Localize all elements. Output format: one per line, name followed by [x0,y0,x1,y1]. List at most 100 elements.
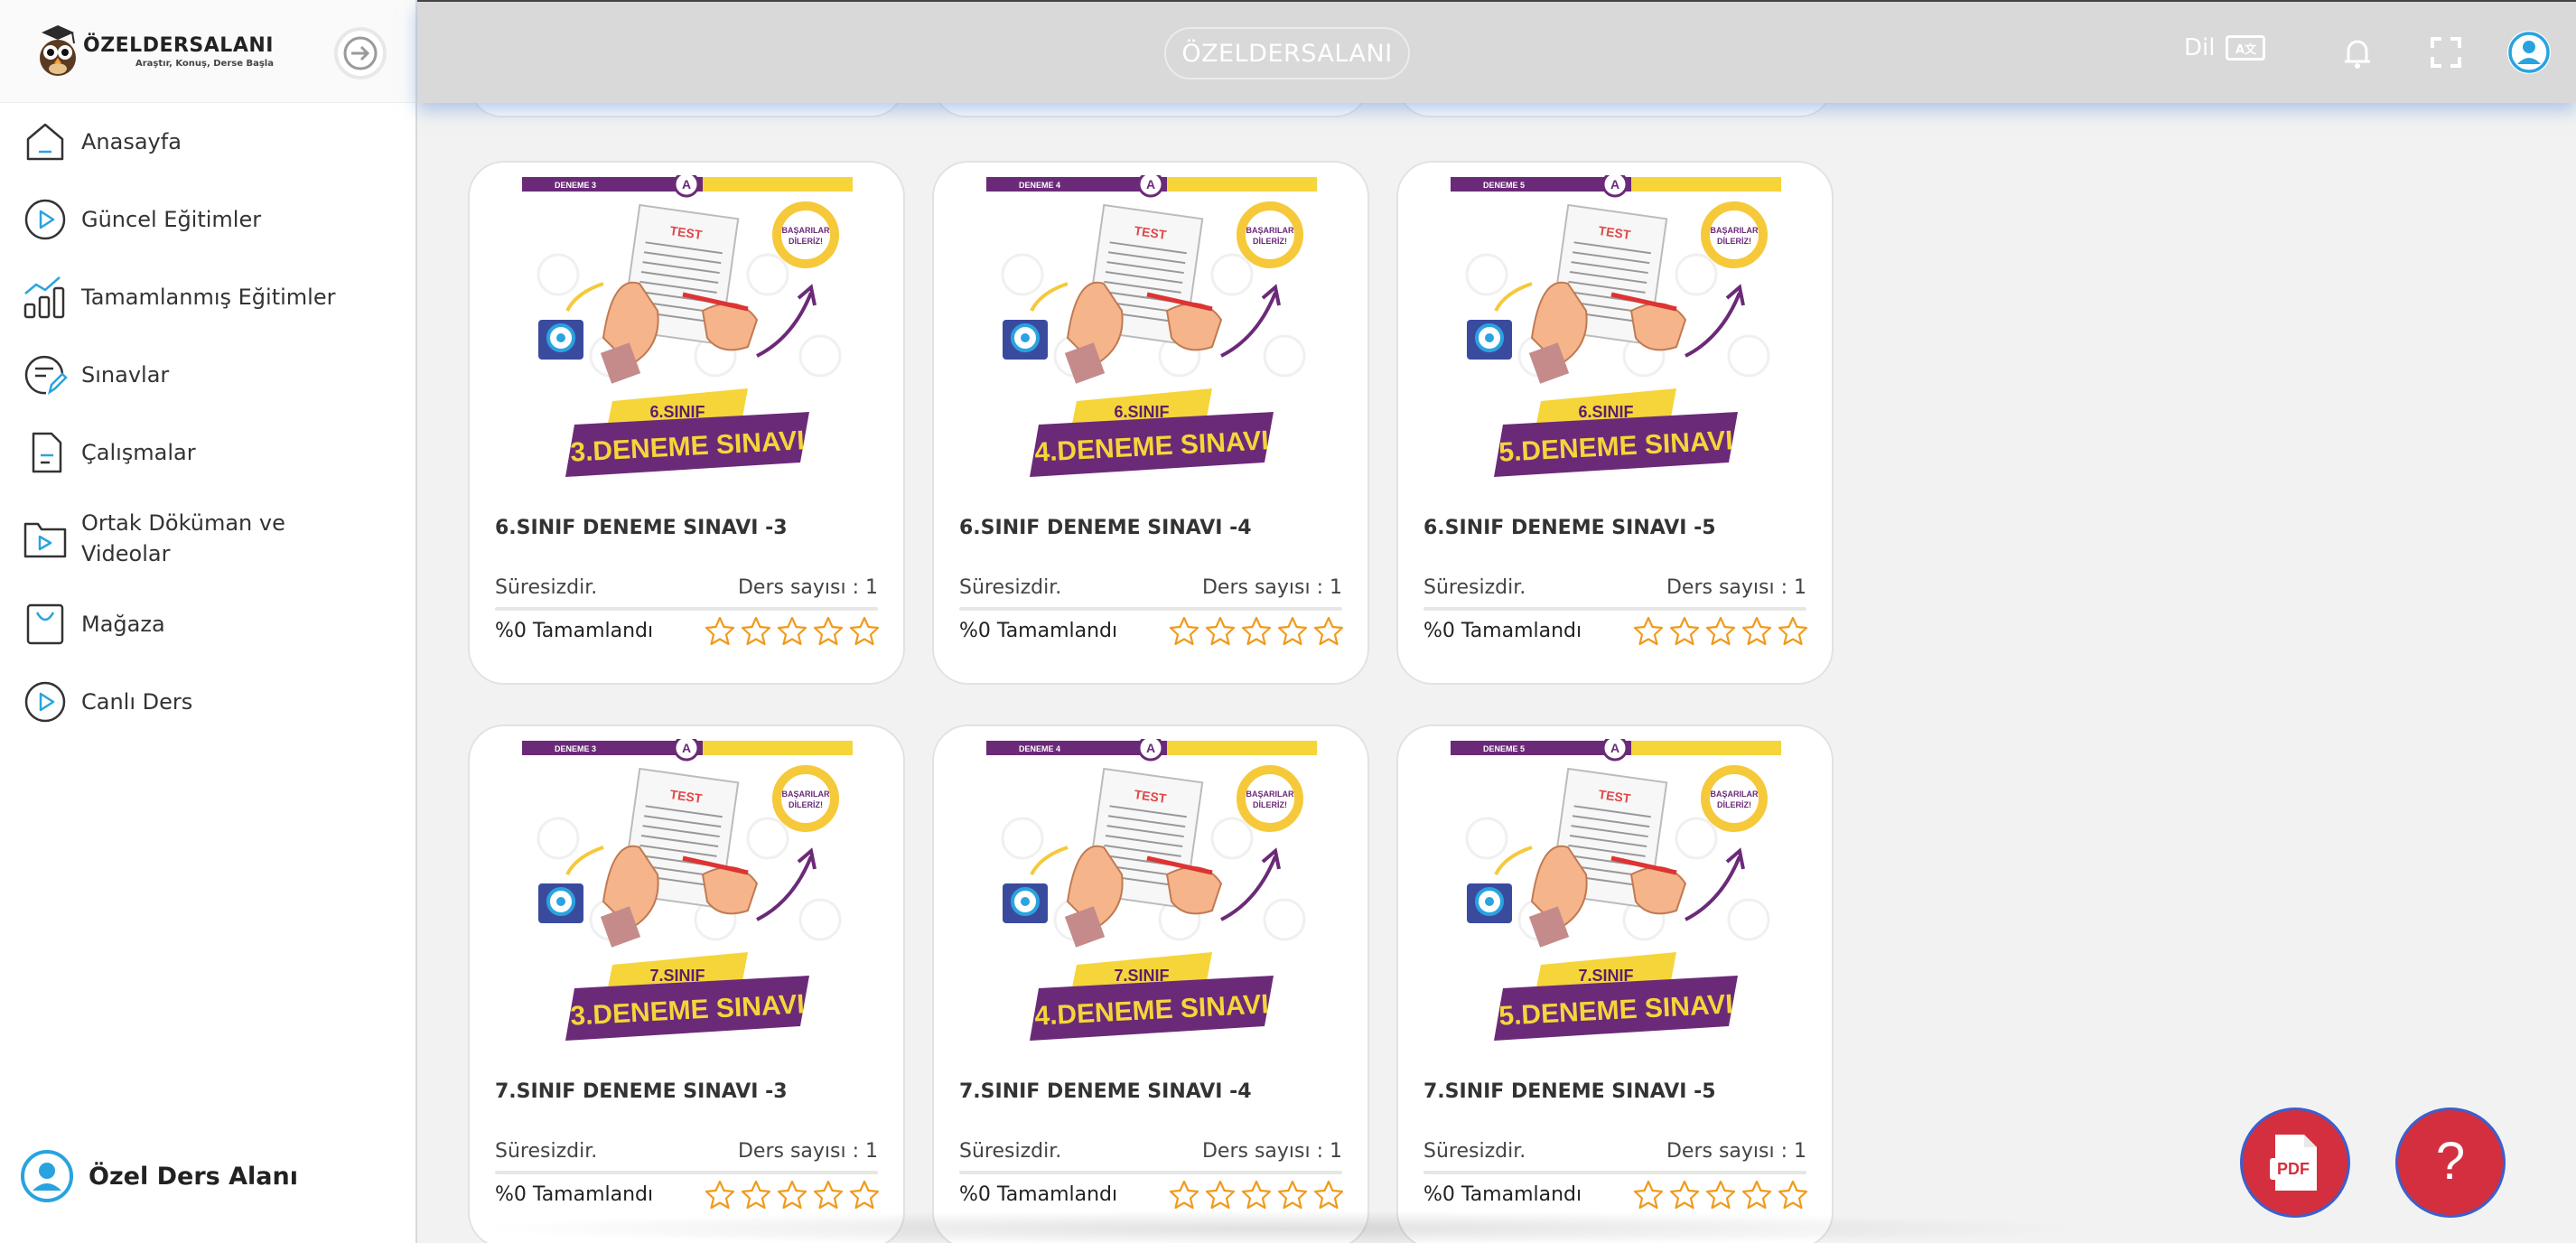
sidebar-item-label: Ortak Döküman ve Videolar [81,510,285,566]
star-icon[interactable] [1169,1180,1199,1210]
card-lesson-count: Ders sayısı : 1 [1666,576,1806,599]
card-title: 7.SINIF DENEME SINAVI -3 [495,1080,788,1103]
star-rating [1169,616,1344,647]
exam-thumbnail: DENEME 4 ATEST BAŞARILARDİLERİZ!6.SINIF4.D… [986,175,1317,499]
sidebar-item-exams[interactable]: Sınavlar [0,336,417,414]
star-icon[interactable] [1241,1180,1272,1210]
star-icon[interactable] [741,616,771,647]
exam-card-grid: DENEME 3 A TEST BAŞARILAR DİLERİZ! 6.SINIF 3.D… [419,103,2576,1243]
card-progress: %0 Tamamlandı [495,1183,654,1206]
sidebar-item-store[interactable]: Mağaza [0,585,417,663]
star-icon[interactable] [849,1180,880,1210]
star-icon[interactable] [1778,616,1808,647]
previous-card-peek[interactable] [932,103,1369,117]
star-icon[interactable] [1313,616,1344,647]
thumb-booklet-badge: A [682,177,691,192]
card-duration: Süresizdir. [1423,1140,1526,1163]
star-icon[interactable] [1633,1180,1664,1210]
star-rating [1633,616,1808,647]
star-icon[interactable] [1205,1180,1236,1210]
star-icon[interactable] [705,616,735,647]
sidebar-item-current-trainings[interactable]: Güncel Eğitimler [0,181,417,258]
star-icon[interactable] [1241,616,1272,647]
sidebar-item-label: Çalışmalar [81,440,196,465]
star-icon[interactable] [1741,616,1772,647]
notification-button[interactable] [2334,29,2381,76]
card-duration: Süresizdir. [495,1140,598,1163]
star-icon[interactable] [1313,1180,1344,1210]
card-divider [959,1171,1342,1174]
card-lesson-count: Ders sayısı : 1 [737,576,878,599]
sidebar-item-completed-trainings[interactable]: Tamamlanmış Eğitimler [0,258,417,336]
folder-video-icon [22,515,69,562]
thumb-booklet-badge: A [1610,177,1619,192]
sidebar-item-label: Mağaza [81,612,165,637]
exam-card[interactable]: DENEME 3 A TEST BAŞARILAR DİLERİZ! 7.SINIF 3.D… [468,724,905,1243]
thumb-tag: DENEME 3 [555,181,596,190]
shopping-bag-icon [22,601,69,648]
star-icon[interactable] [777,1180,807,1210]
card-progress: %0 Tamamlandı [495,620,654,642]
owl-logo-icon [40,25,76,76]
star-icon[interactable] [741,1180,771,1210]
star-icon[interactable] [813,616,844,647]
live-play-icon [22,678,69,725]
pdf-label: PDF [2277,1160,2310,1178]
language-selector[interactable]: Dil A文 [2184,34,2266,61]
previous-card-peek[interactable] [468,103,905,117]
sidebar-item-shared-docs-videos[interactable]: Ortak Döküman ve Videolar [0,491,417,585]
star-icon[interactable] [1277,1180,1308,1210]
bell-icon [2345,40,2370,69]
card-title: 7.SINIF DENEME SINAVI -4 [959,1080,1252,1103]
exam-thumbnail: DENEME 5 ATEST BAŞARILARDİLERİZ!6.SINIF5.D… [1451,175,1781,499]
thumb-wish-line: BAŞARILAR [1711,790,1759,799]
brand-name: ÖZELDERSALANI [83,34,274,57]
star-icon[interactable] [1277,616,1308,647]
sidebar-item-home[interactable]: Anasayfa [0,103,417,181]
sidebar-item-studies[interactable]: Çalışmalar [0,414,417,491]
user-avatar-icon [2507,31,2551,74]
star-icon[interactable] [705,1180,735,1210]
sidebar-item-label: Canlı Ders [81,689,193,715]
thumb-tag: DENEME 3 [555,744,596,753]
thumb-wish-line: BAŞARILAR [782,226,830,235]
exam-thumbnail: DENEME 5 ATEST BAŞARILARDİLERİZ!7.SINIF5.D… [1451,739,1781,1062]
exam-card[interactable]: DENEME 5 A TEST BAŞARILAR DİLERİZ! 6.SINIF 5.D… [1396,161,1834,685]
header-brand-pill[interactable]: ÖZELDERSALANI [1164,27,1410,79]
star-icon[interactable] [1169,616,1199,647]
previous-card-peek[interactable] [1396,103,1834,117]
star-icon[interactable] [1669,616,1700,647]
star-icon[interactable] [1778,1180,1808,1210]
help-button[interactable]: ? [2395,1107,2506,1218]
help-label: ? [2436,1136,2465,1190]
star-icon[interactable] [1705,1180,1736,1210]
user-profile[interactable]: Özel Ders Alanı [20,1149,298,1203]
star-icon[interactable] [1705,616,1736,647]
pdf-button[interactable]: PDF [2240,1107,2350,1218]
card-lesson-count: Ders sayısı : 1 [1201,1140,1342,1163]
thumb-booklet-badge: A [1146,177,1155,192]
exam-thumbnail: DENEME 3 ATEST BAŞARILARDİLERİZ!6.SINIF3.D… [522,175,853,499]
play-circle-icon [22,196,69,243]
star-icon[interactable] [777,616,807,647]
sidebar-item-label: Tamamlanmış Eğitimler [81,285,336,310]
exam-card[interactable]: DENEME 4 A TEST BAŞARILAR DİLERİZ! 7.SINIF 4.D… [932,724,1369,1243]
exam-card[interactable]: DENEME 5 A TEST BAŞARILAR DİLERİZ! 7.SINIF 5.D… [1396,724,1834,1243]
sidebar-toggle-button[interactable] [334,27,387,79]
thumb-wish-line: DİLERİZ! [1253,237,1287,246]
card-divider [1423,1171,1806,1174]
star-icon[interactable] [1741,1180,1772,1210]
star-icon[interactable] [1205,616,1236,647]
star-icon[interactable] [1669,1180,1700,1210]
thumb-wish-line: DİLERİZ! [1717,800,1751,809]
fullscreen-button[interactable] [2422,29,2469,76]
sidebar-item-live-lesson[interactable]: Canlı Ders [0,663,417,741]
star-icon[interactable] [849,616,880,647]
thumb-booklet-badge: A [1610,741,1619,755]
profile-button[interactable] [2506,29,2553,76]
star-icon[interactable] [813,1180,844,1210]
exam-card[interactable]: DENEME 3 A TEST BAŞARILAR DİLERİZ! 6.SINIF 3.D… [468,161,905,685]
thumb-wish-line: BAŞARILAR [1246,226,1294,235]
star-icon[interactable] [1633,616,1664,647]
exam-card[interactable]: DENEME 4 A TEST BAŞARILAR DİLERİZ! 6.SINIF 4.D… [932,161,1369,685]
